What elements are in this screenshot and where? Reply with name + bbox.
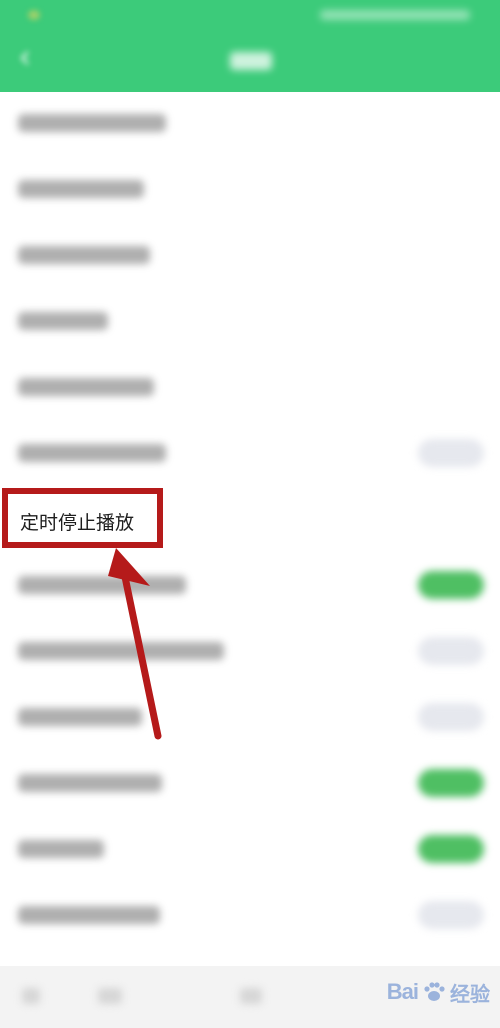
nav-item[interactable] — [98, 988, 122, 1004]
paw-toe — [434, 982, 440, 988]
paw-toe — [429, 982, 435, 988]
settings-row-10[interactable] — [0, 686, 500, 752]
settings-row-1[interactable] — [0, 92, 500, 158]
toggle-switch[interactable] — [418, 571, 484, 599]
toggle-switch[interactable] — [418, 637, 484, 665]
toggle-switch[interactable] — [418, 901, 484, 929]
settings-row-label — [18, 378, 154, 396]
settings-row-label — [18, 444, 166, 462]
settings-row-label — [18, 840, 104, 858]
watermark-brand-left: Bai — [386, 979, 419, 1004]
settings-row-13[interactable] — [0, 884, 500, 950]
baidu-paw-icon — [424, 982, 445, 1001]
settings-row-2[interactable] — [0, 158, 500, 224]
back-arrow-path — [20, 51, 29, 65]
back-arrow-svg — [20, 51, 29, 65]
paw-toe — [424, 986, 430, 992]
settings-row-4[interactable] — [0, 290, 500, 356]
settings-row-label — [18, 906, 160, 924]
paw-toe — [439, 986, 445, 992]
highlighted-setting-timed-stop[interactable]: 定时停止播放 — [2, 488, 163, 548]
watermark-brand-right: 经验 — [450, 983, 490, 1006]
settings-row-12[interactable] — [0, 818, 500, 884]
settings-row-label — [18, 180, 144, 198]
status-icons — [320, 10, 470, 20]
toggle-switch[interactable] — [418, 769, 484, 797]
baidu-jingyan-watermark: Bai 经验 — [387, 972, 490, 1012]
settings-row-label — [18, 312, 108, 330]
settings-row-label — [18, 642, 224, 660]
settings-row-label — [18, 246, 150, 264]
status-indicator-icon — [28, 10, 40, 20]
settings-row-3[interactable] — [0, 224, 500, 290]
nav-item[interactable] — [240, 988, 262, 1004]
settings-row-label — [18, 114, 166, 132]
settings-row-6[interactable] — [0, 422, 500, 488]
settings-row-label — [18, 576, 186, 594]
status-bar — [0, 0, 500, 30]
settings-row-9[interactable] — [0, 620, 500, 686]
paw-pad — [428, 991, 440, 1001]
settings-row-label — [18, 708, 142, 726]
settings-row-11[interactable] — [0, 752, 500, 818]
toggle-switch[interactable] — [418, 835, 484, 863]
top-app-bar — [0, 30, 500, 92]
settings-row-label — [18, 774, 162, 792]
toggle-switch[interactable] — [418, 703, 484, 731]
timed-stop-label: 定时停止播放 — [20, 512, 135, 534]
nav-item[interactable] — [22, 988, 40, 1004]
settings-row-8[interactable] — [0, 554, 500, 620]
page-title — [230, 52, 272, 70]
toggle-switch[interactable] — [418, 439, 484, 467]
back-arrow-icon[interactable] — [18, 50, 34, 66]
settings-row-5[interactable] — [0, 356, 500, 422]
